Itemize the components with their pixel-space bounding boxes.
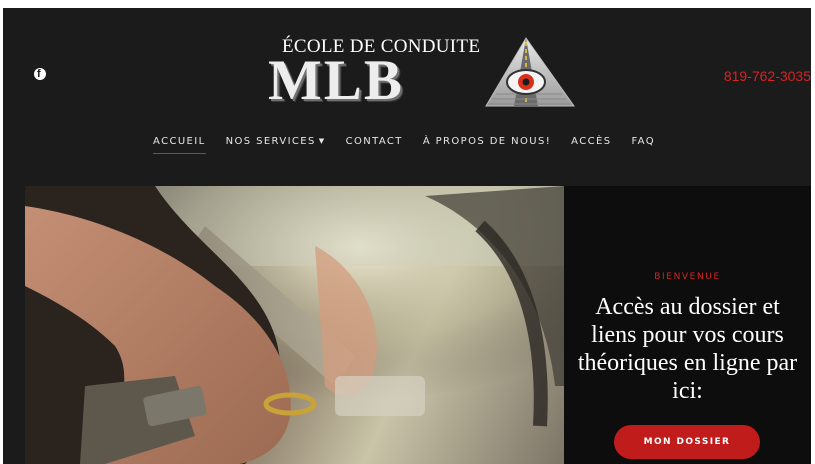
logo-letters: MLB [268,49,404,112]
facebook-icon[interactable]: f [34,68,46,80]
phone-number[interactable]: 819-762-3035 [724,68,811,84]
nav-item-a-propos[interactable]: À PROPOS DE NOUS! [423,136,551,147]
site-logo[interactable]: ÉCOLE DE CONDUITE MLB [266,36,576,112]
nav-label: ACCÈS [571,136,612,147]
main-nav: ACCUEIL NOS SERVICES ▼ CONTACT À PROPOS D… [153,136,675,154]
hero-section: BIENVENUE Accès au dossier et liens pour… [25,186,811,464]
nav-label: À PROPOS DE NOUS! [422,136,552,147]
hero-photo [25,186,564,464]
seatbelt-photo-illustration [25,186,564,464]
welcome-headline: Accès au dossier et liens pour vos cours… [577,294,798,404]
nav-item-accueil[interactable]: ACCUEIL [153,136,206,154]
page: f ÉCOLE DE CONDUITE MLB 819-762-3035 ACC [3,8,811,464]
caret-down-icon: ▼ [318,137,326,145]
nav-label: NOS SERVICES [225,136,316,147]
nav-item-nos-services[interactable]: NOS SERVICES ▼ [226,136,326,147]
welcome-panel: BIENVENUE Accès au dossier et liens pour… [564,186,811,464]
nav-item-acces[interactable]: ACCÈS [571,136,611,147]
mon-dossier-button[interactable]: MON DOSSIER [614,425,760,459]
nav-label: ACCUEIL [153,136,206,147]
road-emblem-icon [485,37,575,107]
nav-item-contact[interactable]: CONTACT [346,136,403,147]
welcome-eyebrow: BIENVENUE [654,272,721,282]
nav-label: FAQ [631,136,656,147]
nav-label: CONTACT [345,136,403,147]
nav-item-faq[interactable]: FAQ [631,136,655,147]
